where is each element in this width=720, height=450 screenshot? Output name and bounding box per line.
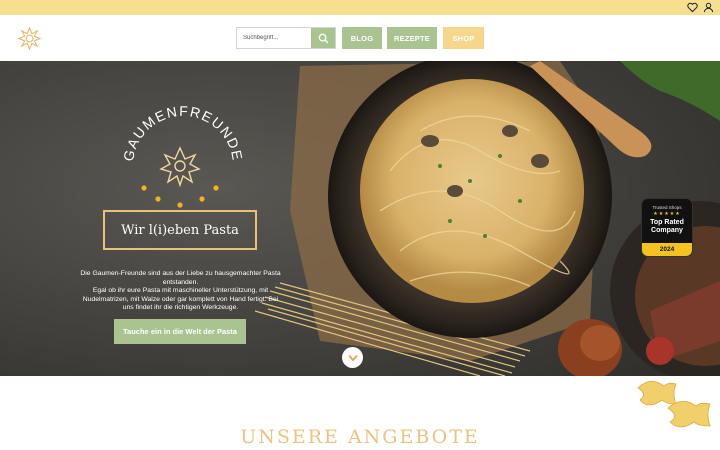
hero-banner: GAUMENFREUNDE Wir l(i)eben Pasta Die Gau… — [0, 61, 720, 376]
hero-description: Die Gaumen-Freunde sind aus der Liebe zu… — [78, 270, 283, 313]
section-title: UNSERE ANGEBOTE — [240, 426, 480, 448]
scroll-down-button[interactable] — [342, 347, 363, 368]
site-header: BLOG REZEPTE SHOP — [0, 15, 720, 61]
logo-icon[interactable] — [17, 26, 42, 51]
badge-stars: ★★★★★ — [653, 211, 681, 217]
gaumenfreunde-logo: GAUMENFREUNDE — [120, 103, 244, 208]
badge-label: Trusted Shops — [652, 205, 682, 210]
nav-shop-button[interactable]: SHOP — [443, 27, 484, 49]
cta-button[interactable]: Tauche ein in die Welt der Pasta — [114, 319, 246, 344]
farfalle-pasta-image — [637, 381, 711, 428]
trusted-shops-badge[interactable]: Trusted Shops ★★★★★ Top Rated Company 20… — [641, 198, 693, 257]
search-box — [236, 27, 336, 49]
nav-blog-button[interactable]: BLOG — [342, 27, 382, 49]
heart-icon[interactable] — [687, 2, 698, 13]
hero-text-line: Egal ob ihr eure Pasta mit maschineller … — [82, 287, 279, 312]
badge-title: Top Rated Company — [650, 219, 684, 234]
search-icon — [318, 33, 328, 43]
hero-text-line: Die Gaumen-Freunde sind aus der Liebe zu… — [80, 270, 281, 286]
search-input[interactable] — [237, 28, 311, 48]
search-button[interactable] — [311, 28, 335, 48]
nav-rezepte-button[interactable]: REZEPTE — [387, 27, 437, 49]
chevron-down-icon — [347, 354, 358, 361]
tagline-box: Wir l(i)eben Pasta — [103, 210, 257, 250]
user-icon[interactable] — [703, 2, 714, 13]
badge-year: 2024 — [642, 243, 692, 256]
tagline: Wir l(i)eben Pasta — [121, 222, 239, 238]
top-bar — [0, 0, 720, 15]
